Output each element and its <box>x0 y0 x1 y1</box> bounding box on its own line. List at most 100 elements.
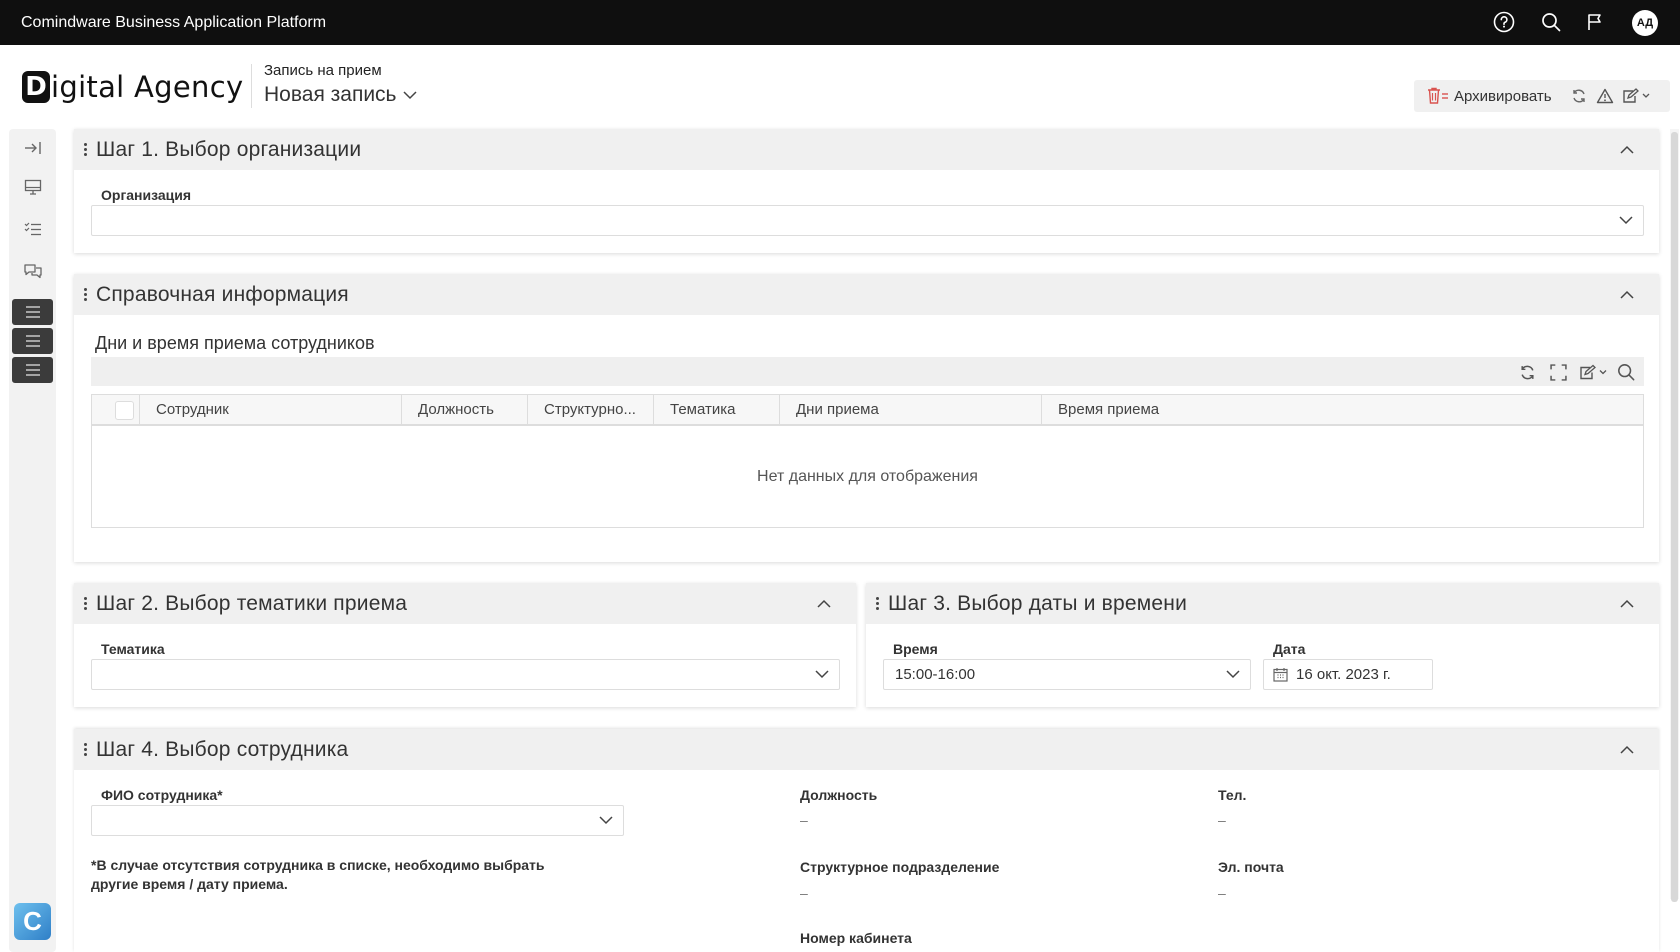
chevron-up-icon[interactable] <box>816 596 832 612</box>
help-icon[interactable] <box>1492 10 1516 34</box>
schedule-table: Сотрудник Должность Структурно... Темати… <box>91 394 1644 528</box>
column-position[interactable]: Должность <box>402 395 528 424</box>
chevron-down-icon <box>815 670 829 679</box>
chevron-down-icon <box>1226 670 1240 679</box>
date-value: 16 окт. 2023 г. <box>1296 666 1391 683</box>
chevron-down-icon <box>599 816 613 825</box>
table-header: Сотрудник Должность Структурно... Темати… <box>92 395 1643 426</box>
organization-select[interactable] <box>91 205 1644 236</box>
refresh-icon[interactable] <box>1566 80 1592 112</box>
drag-handle-icon[interactable] <box>82 743 88 756</box>
search-icon[interactable] <box>1539 10 1563 34</box>
archive-button[interactable]: Архивировать <box>1414 80 1552 112</box>
position-value: – <box>800 812 808 828</box>
email-value: – <box>1218 885 1226 901</box>
column-days[interactable]: Дни приема <box>780 395 1042 424</box>
logo-letter: D <box>22 71 50 103</box>
left-sidebar: C <box>9 129 56 952</box>
chevron-up-icon[interactable] <box>1619 287 1635 303</box>
chevron-down-icon <box>402 91 417 100</box>
table-title: Дни и время приема сотрудников <box>95 333 375 353</box>
drag-handle-icon[interactable] <box>82 143 88 156</box>
calendar-icon[interactable] <box>1273 667 1288 682</box>
reference-panel: Справочная информация Дни и время приема… <box>74 274 1659 562</box>
reference-header[interactable]: Справочная информация <box>74 274 1659 315</box>
employee-note: *В случае отсутствия сотрудника в списке… <box>91 856 545 894</box>
time-value: 15:00-16:00 <box>895 666 976 683</box>
select-all-column <box>92 395 140 424</box>
edit-menu-icon[interactable] <box>1577 361 1611 383</box>
column-employee[interactable]: Сотрудник <box>140 395 402 424</box>
step1-title: Шаг 1. Выбор организации <box>96 137 362 161</box>
expand-sidebar-icon[interactable] <box>9 134 56 162</box>
step3-panel: Шаг 3. Выбор даты и времени Время 15:00-… <box>866 583 1659 707</box>
app-title: Comindware Business Application Platform <box>21 14 327 31</box>
menu-block-3[interactable] <box>12 357 53 383</box>
menu-block-2[interactable] <box>12 328 53 354</box>
select-all-checkbox[interactable] <box>115 401 134 420</box>
search-icon[interactable] <box>1615 361 1637 383</box>
phone-label: Тел. <box>1218 787 1247 803</box>
email-label: Эл. почта <box>1218 859 1284 875</box>
menu-block-1[interactable] <box>12 299 53 325</box>
room-label: Номер кабинета <box>800 930 912 946</box>
step4-panel: Шаг 4. Выбор сотрудника ФИО сотрудника* … <box>74 729 1659 952</box>
employee-label: ФИО сотрудника* <box>101 787 223 803</box>
step2-panel: Шаг 2. Выбор тематики приема Тематика <box>74 583 856 707</box>
step2-title: Шаг 2. Выбор тематики приема <box>96 591 408 615</box>
phone-value: – <box>1218 812 1226 828</box>
step2-header[interactable]: Шаг 2. Выбор тематики приема <box>74 583 856 624</box>
column-time[interactable]: Время приема <box>1042 395 1643 424</box>
archive-icon <box>1428 87 1448 104</box>
step3-header[interactable]: Шаг 3. Выбор даты и времени <box>866 583 1659 624</box>
employee-note-line2: другие время / дату приема. <box>91 876 288 892</box>
column-topic[interactable]: Тематика <box>654 395 780 424</box>
record-toolbar: Архивировать <box>1414 80 1670 112</box>
step4-header[interactable]: Шаг 4. Выбор сотрудника <box>74 729 1659 770</box>
header-divider <box>251 64 252 108</box>
menu-icon <box>25 335 40 347</box>
desktop-icon[interactable] <box>9 173 56 201</box>
reference-title: Справочная информация <box>96 282 349 306</box>
checklist-icon[interactable] <box>9 215 56 243</box>
fullscreen-icon[interactable] <box>1547 361 1569 383</box>
form-name: Запись на прием <box>264 62 382 79</box>
chevron-up-icon[interactable] <box>1619 596 1635 612</box>
organization-label: Организация <box>101 187 192 203</box>
scrollbar-thumb[interactable] <box>1671 132 1678 902</box>
platform-logo[interactable]: C <box>14 903 51 940</box>
step1-panel: Шаг 1. Выбор организации Организация <box>74 129 1659 253</box>
column-department[interactable]: Структурно... <box>528 395 654 424</box>
user-avatar[interactable]: АД <box>1632 10 1658 36</box>
edit-menu-icon[interactable] <box>1618 80 1656 112</box>
position-label: Должность <box>800 787 878 803</box>
topic-label: Тематика <box>101 641 165 657</box>
refresh-icon[interactable] <box>1516 361 1538 383</box>
department-label: Структурное подразделение <box>800 859 1000 875</box>
grid-toolbar <box>91 357 1644 386</box>
chevron-down-icon <box>1619 216 1633 225</box>
drag-handle-icon[interactable] <box>82 288 88 301</box>
menu-icon <box>25 306 40 318</box>
drag-handle-icon[interactable] <box>874 597 880 610</box>
department-value: – <box>800 885 808 901</box>
top-bar: Comindware Business Application Platform… <box>0 0 1680 45</box>
step3-title: Шаг 3. Выбор даты и времени <box>888 591 1188 615</box>
drag-handle-icon[interactable] <box>82 597 88 610</box>
employee-select[interactable] <box>91 805 624 836</box>
chat-icon[interactable] <box>9 257 56 285</box>
chevron-up-icon[interactable] <box>1619 742 1635 758</box>
empty-table-message: Нет данных для отображения <box>757 468 978 485</box>
topic-select[interactable] <box>91 659 840 690</box>
archive-label: Архивировать <box>1454 87 1552 105</box>
chevron-up-icon[interactable] <box>1619 142 1635 158</box>
date-label: Дата <box>1273 641 1306 657</box>
step1-header[interactable]: Шаг 1. Выбор организации <box>74 129 1659 170</box>
time-select[interactable]: 15:00-16:00 <box>883 659 1251 690</box>
date-picker[interactable]: 16 окт. 2023 г. <box>1263 659 1433 690</box>
flag-icon[interactable] <box>1583 10 1607 34</box>
employee-note-line1: *В случае отсутствия сотрудника в списке… <box>91 857 545 873</box>
record-title-dropdown[interactable]: Новая запись <box>264 83 417 107</box>
warning-icon[interactable] <box>1592 80 1618 112</box>
brand-logo[interactable]: D igital Agency <box>22 67 243 107</box>
